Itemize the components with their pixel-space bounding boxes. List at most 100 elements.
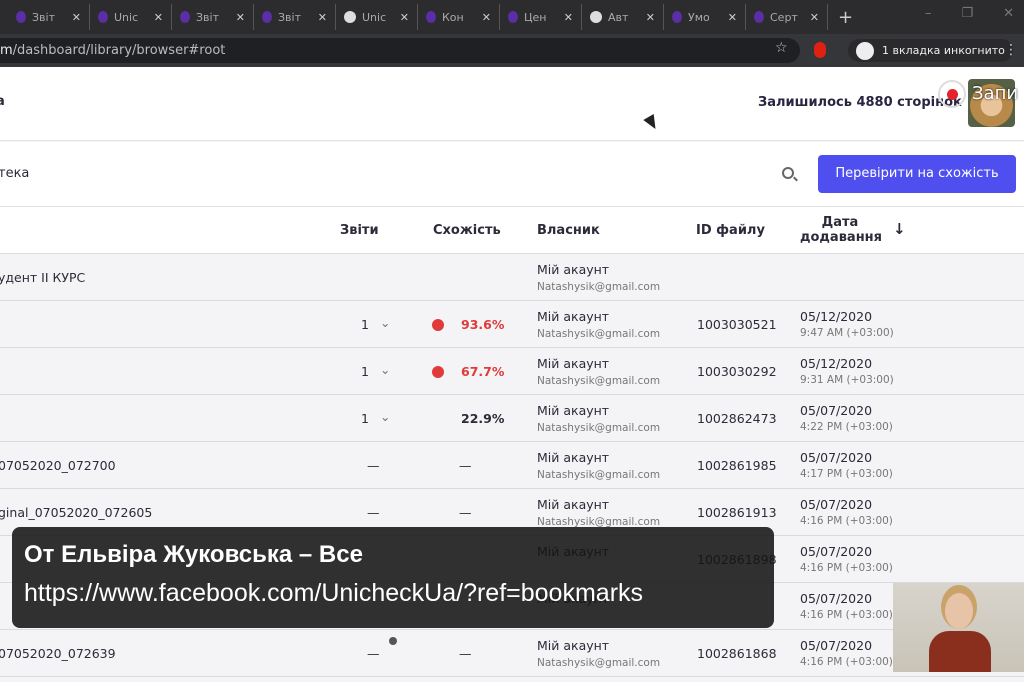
close-tab-icon[interactable]: ✕ bbox=[810, 11, 819, 24]
browser-tab[interactable]: Умо ✕ bbox=[664, 4, 746, 30]
owner-email: Natashysik@gmail.com bbox=[537, 422, 661, 434]
close-tab-icon[interactable]: ✕ bbox=[236, 11, 245, 24]
file-id: 1003030521 bbox=[697, 317, 777, 332]
reports-empty: — bbox=[367, 646, 380, 661]
unicheck-favicon bbox=[754, 11, 764, 23]
browser-tab[interactable]: Цен ✕ bbox=[500, 4, 582, 30]
close-tab-icon[interactable]: ✕ bbox=[482, 11, 491, 24]
col-similarity[interactable]: Схожість bbox=[433, 223, 501, 238]
close-tab-icon[interactable]: ✕ bbox=[728, 11, 737, 24]
chevron-down-icon[interactable]: ⌄ bbox=[380, 409, 390, 424]
minimize-icon[interactable]: – bbox=[925, 6, 932, 21]
restore-icon[interactable]: ❐ bbox=[961, 6, 973, 21]
close-tab-icon[interactable]: ✕ bbox=[400, 11, 409, 24]
address-bar: m/dashboard/library/browser#root ☆ 1 вкл… bbox=[0, 34, 1024, 67]
time-added: 4:16 PM (+03:00) bbox=[800, 562, 893, 574]
pages-left: Залишилось 4880 сторінок bbox=[758, 95, 962, 110]
pointer-dot bbox=[389, 637, 397, 645]
file-id: 1002861868 bbox=[697, 646, 777, 661]
date-added: 05/12/2020 bbox=[800, 309, 873, 324]
time-added: 4:16 PM (+03:00) bbox=[800, 515, 893, 527]
file-name[interactable]: 07052020_072639 bbox=[0, 646, 116, 661]
owner: Мій акаунт bbox=[537, 638, 610, 653]
window-controls: – ❐ ✕ bbox=[925, 6, 1014, 21]
tab-strip: Звіт ✕ Unic ✕ Звіт ✕ Звіт ✕ Unic ✕ Кон ✕ Цен ✕ Авт ✕ Умо… bbox=[0, 0, 1024, 34]
folder-row[interactable]: удент ІІ КУРС Мій акаунт Natashysik@gmail.… bbox=[0, 254, 1024, 301]
col-owner[interactable]: Власник bbox=[537, 223, 600, 238]
browser-menu-icon[interactable]: ⋮ bbox=[1004, 42, 1018, 58]
owner: Мій акаунт bbox=[537, 262, 610, 277]
caption-line-1: От Ельвіра Жуковська – Все bbox=[24, 541, 363, 568]
similarity-value[interactable]: 67.7% bbox=[461, 364, 504, 379]
browser-tab[interactable]: Кон ✕ bbox=[418, 4, 500, 30]
close-tab-icon[interactable]: ✕ bbox=[564, 11, 573, 24]
owner: Мій акаунт bbox=[537, 403, 610, 418]
file-name[interactable]: ginal_07052020_072605 bbox=[0, 505, 152, 520]
col-file-id[interactable]: ID файлу bbox=[696, 223, 765, 238]
incognito-badge[interactable]: 1 вкладка инкогнито bbox=[848, 39, 1013, 62]
page-title: тека bbox=[0, 166, 30, 181]
owner-email: Natashysik@gmail.com bbox=[537, 328, 661, 340]
globe-icon bbox=[344, 11, 356, 23]
date-added: 05/07/2020 bbox=[800, 591, 873, 606]
date-added: 05/07/2020 bbox=[800, 638, 873, 653]
table-row[interactable]: 07052020_072700 — — Мій акаунт Natashysik@gm… bbox=[0, 442, 1024, 489]
table-row[interactable]: 1 ⌄ 67.7% Мій акаунт Natashysik@gmail.com 100… bbox=[0, 348, 1024, 395]
owner-email: Natashysik@gmail.com bbox=[537, 469, 661, 481]
url-input[interactable]: m/dashboard/library/browser#root bbox=[0, 38, 800, 63]
file-id: 1002861985 bbox=[697, 458, 777, 473]
file-name[interactable]: 07052020_072700 bbox=[0, 458, 116, 473]
col-date[interactable]: Дата додавання bbox=[800, 215, 882, 245]
check-similarity-button[interactable]: Перевірити на схожість bbox=[818, 155, 1016, 193]
recording-label: Запи bbox=[972, 83, 1019, 104]
browser-tab[interactable]: Серт ✕ bbox=[746, 4, 828, 30]
similarity-value[interactable]: 22.9% bbox=[461, 411, 504, 426]
chevron-down-icon[interactable]: ⌄ bbox=[380, 315, 390, 330]
close-window-icon[interactable]: ✕ bbox=[1003, 6, 1014, 21]
close-tab-icon[interactable]: ✕ bbox=[646, 11, 655, 24]
file-id: 1003030292 bbox=[697, 364, 777, 379]
alert-icon bbox=[432, 366, 444, 378]
owner-email: Natashysik@gmail.com bbox=[537, 375, 661, 387]
browser-tab[interactable]: Авт ✕ bbox=[582, 4, 664, 30]
table-row[interactable]: 1 ⌄ 93.6% Мій акаунт Natashysik@gmail.com 100… bbox=[0, 301, 1024, 348]
similarity-empty: — bbox=[459, 458, 472, 473]
owner: Мій акаунт bbox=[537, 450, 610, 465]
col-reports[interactable]: Звіти bbox=[340, 223, 379, 238]
caption-line-2: https://www.facebook.com/UnicheckUa/?ref… bbox=[24, 579, 644, 607]
date-added: 05/12/2020 bbox=[800, 356, 873, 371]
close-tab-icon[interactable]: ✕ bbox=[72, 11, 81, 24]
owner: Мій акаунт bbox=[537, 356, 610, 371]
record-icon[interactable] bbox=[938, 80, 966, 108]
unicheck-favicon bbox=[180, 11, 190, 23]
file-name[interactable]: удент ІІ КУРС bbox=[0, 270, 85, 285]
owner-email: Natashysik@gmail.com bbox=[537, 281, 661, 293]
similarity-empty: — bbox=[459, 505, 472, 520]
unicheck-favicon bbox=[98, 11, 108, 23]
browser-tab[interactable]: Unic ✕ bbox=[336, 4, 418, 30]
date-added: 05/07/2020 bbox=[800, 544, 873, 559]
date-added: 05/07/2020 bbox=[800, 403, 873, 418]
close-tab-icon[interactable]: ✕ bbox=[154, 11, 163, 24]
table-row[interactable]: 07052020_072639 — — Мій акаунт Natashysik@gm… bbox=[0, 630, 1024, 677]
similarity-value[interactable]: 93.6% bbox=[461, 317, 504, 332]
sort-arrow-down-icon[interactable]: ↓ bbox=[893, 220, 906, 238]
time-added: 9:31 AM (+03:00) bbox=[800, 374, 894, 386]
extension-icon[interactable] bbox=[814, 42, 826, 58]
browser-tab[interactable]: Звіт ✕ bbox=[254, 4, 336, 30]
browser-tab[interactable]: Звіт ✕ bbox=[172, 4, 254, 30]
app-title: a bbox=[0, 94, 5, 109]
search-icon[interactable] bbox=[782, 167, 794, 179]
unicheck-favicon bbox=[16, 11, 26, 23]
reports-count: 1 bbox=[361, 364, 369, 379]
chevron-down-icon[interactable]: ⌄ bbox=[380, 362, 390, 377]
browser-tab[interactable]: Unic ✕ bbox=[90, 4, 172, 30]
webcam-video bbox=[893, 583, 1024, 672]
owner: Мій акаунт bbox=[537, 309, 610, 324]
close-tab-icon[interactable]: ✕ bbox=[318, 11, 327, 24]
bookmark-star-icon[interactable]: ☆ bbox=[775, 40, 788, 56]
new-tab-icon[interactable]: + bbox=[838, 7, 853, 28]
table-row[interactable]: 1 ⌄ 22.9% Мій акаунт Natashysik@gmail.com 100… bbox=[0, 395, 1024, 442]
browser-tab[interactable]: Звіт ✕ bbox=[8, 4, 90, 30]
video-caption-overlay: От Ельвіра Жуковська – Все https://www.f… bbox=[12, 527, 774, 628]
